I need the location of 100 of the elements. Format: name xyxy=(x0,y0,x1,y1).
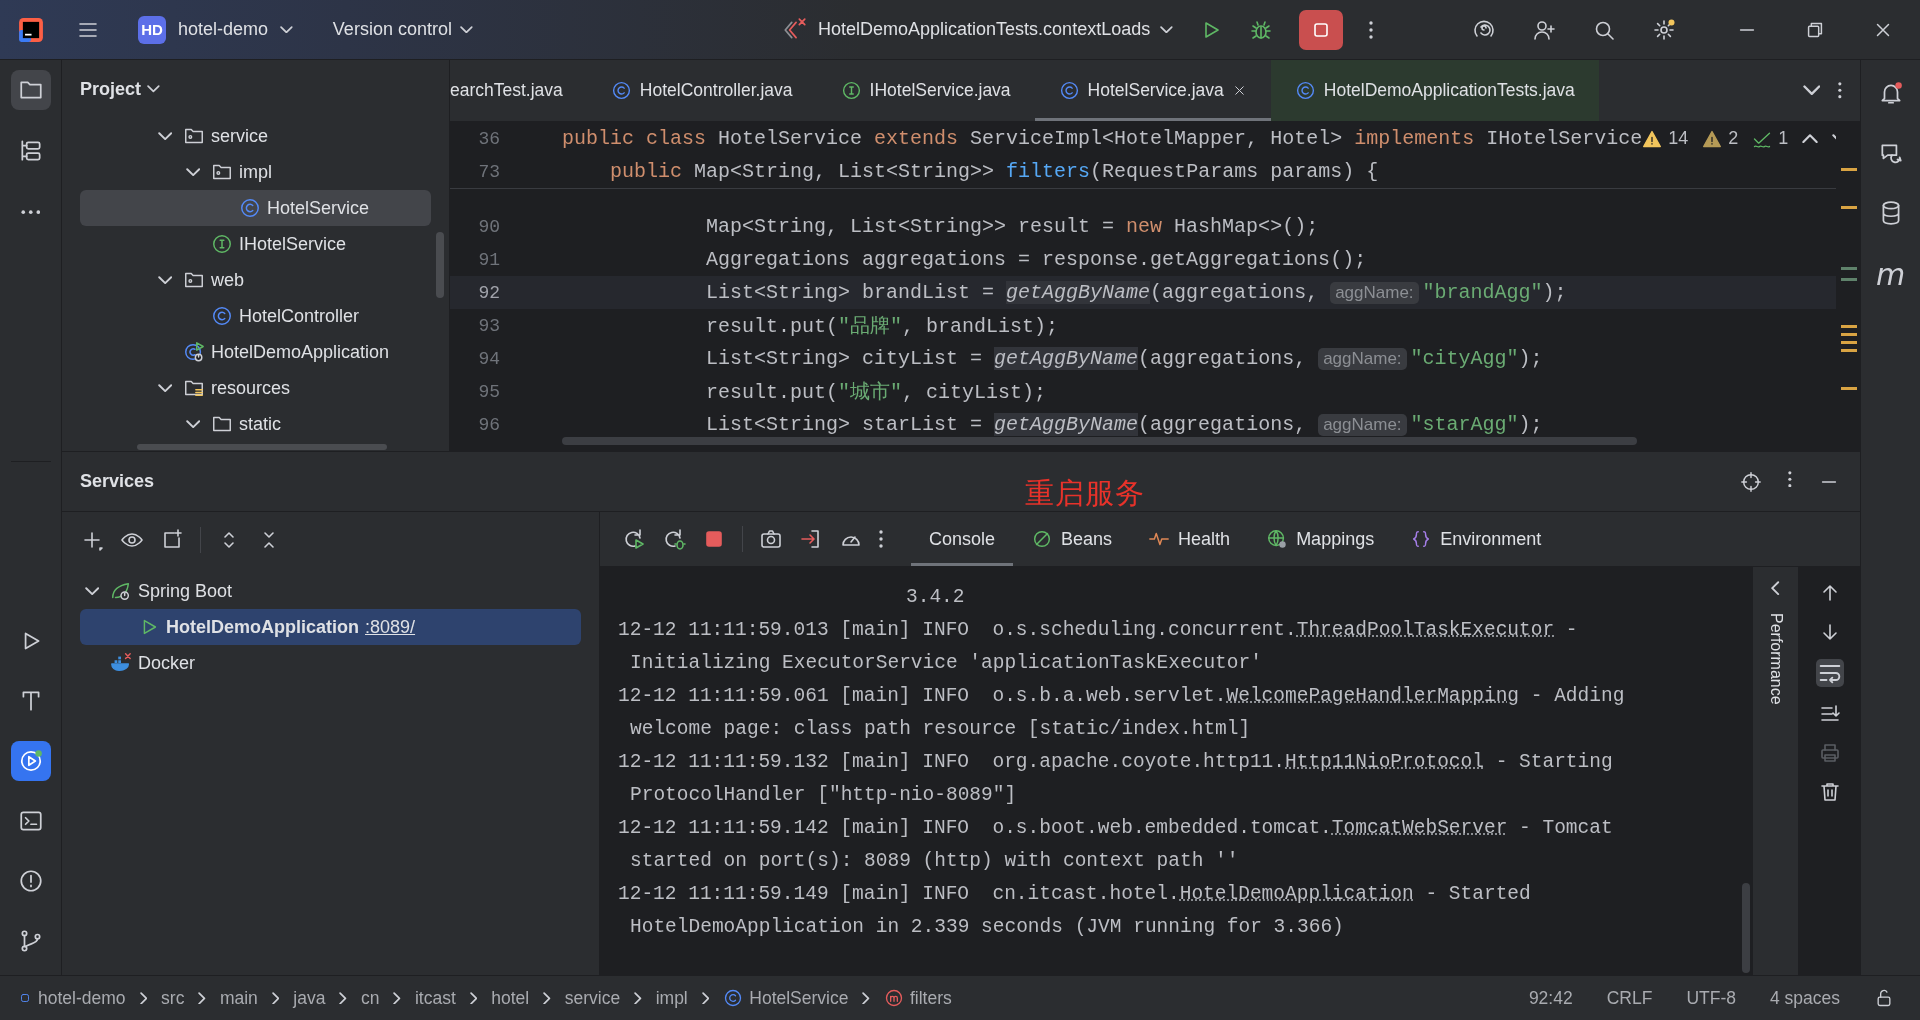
soft-wrap-icon[interactable] xyxy=(1815,659,1844,687)
chevron-down-icon xyxy=(1160,25,1173,34)
console-tab[interactable]: Mappings xyxy=(1248,512,1393,566)
tree-item[interactable]: web xyxy=(80,262,431,298)
class-link[interactable]: Http11NioProtocol xyxy=(1285,751,1484,773)
line-number: 90 xyxy=(477,216,500,237)
console-tab[interactable]: Environment xyxy=(1392,512,1560,566)
chevron-down-icon[interactable] xyxy=(157,383,173,393)
warning-icon[interactable] xyxy=(1642,128,1663,149)
more-icon[interactable] xyxy=(1369,20,1373,39)
log-line: 12-12 11:11:59.149 [main] INFO cn.itcast.hotel.HotelDemoApplication - Started xyxy=(618,882,1532,907)
line-number: 94 xyxy=(477,348,500,369)
tree-item[interactable]: Docker xyxy=(80,645,581,681)
class-link[interactable]: TomcatWebServer xyxy=(1331,817,1508,839)
line-separator[interactable]: CRLF xyxy=(1606,987,1653,1009)
spring-app-icon xyxy=(183,341,205,363)
class-link[interactable]: ThreadPoolTaskExecutor xyxy=(1296,619,1555,641)
chevron-down-icon[interactable] xyxy=(1802,85,1821,96)
crosshair-icon[interactable] xyxy=(1740,470,1763,493)
chevron-down-icon[interactable] xyxy=(157,131,173,141)
class-icon xyxy=(1058,80,1080,101)
warning-count[interactable]: 14 xyxy=(1668,128,1689,149)
inlay-hint: aggName: xyxy=(1318,413,1407,436)
tree-item[interactable]: Spring Boot xyxy=(80,573,581,609)
tree-item[interactable]: HotelController xyxy=(80,298,431,334)
code-text: public class HotelService extends ServiceImpl<HotelMapper, Hotel> implements IHotelService xyxy=(562,127,1643,150)
camera-icon[interactable] xyxy=(759,527,783,551)
more-icon[interactable] xyxy=(879,530,883,548)
scrollbar-thumb[interactable] xyxy=(137,444,387,450)
breadcrumb[interactable]: hotel xyxy=(491,987,530,1009)
breadcrumb[interactable]: src xyxy=(161,987,185,1009)
vcs-menu[interactable]: Version control xyxy=(332,19,473,40)
class-link[interactable]: HotelDemoApplication xyxy=(1179,883,1414,905)
app-logo-icon[interactable] xyxy=(18,16,44,43)
log-line: Initializing ExecutorService 'applicationTaskExecutor' xyxy=(629,651,1263,676)
more-icon[interactable] xyxy=(1838,82,1842,99)
workspace-switcher[interactable]: HD hotel-demo xyxy=(138,15,293,44)
breadcrumb[interactable]: service xyxy=(564,987,621,1009)
scrollbar-thumb[interactable] xyxy=(1742,883,1750,973)
breadcrumb[interactable]: hotel-demo xyxy=(18,987,126,1009)
warning-count[interactable]: 2 xyxy=(1728,128,1739,149)
caret-position[interactable]: 92:42 xyxy=(1528,987,1573,1009)
chevron-down-icon[interactable] xyxy=(185,167,201,177)
chevron-down-icon[interactable] xyxy=(84,586,100,596)
project-badge: HD xyxy=(138,15,166,44)
chevron-down-icon xyxy=(147,85,160,93)
line-number: 93 xyxy=(477,315,500,336)
log-line: welcome page: class path resource [static/index.html] xyxy=(629,717,1252,742)
class-link[interactable]: WelcomePageHandlerMapping xyxy=(1226,685,1520,707)
view-mode-dropdown[interactable]: Project xyxy=(62,60,449,118)
scrollbar-thumb[interactable] xyxy=(436,232,444,298)
breadcrumb[interactable]: cn xyxy=(360,987,380,1009)
tree-item[interactable]: HotelDemoApplication :8089/ xyxy=(80,609,581,645)
inlay-hint: aggName: xyxy=(1318,347,1407,370)
editor-tab[interactable]: earchTest.java xyxy=(450,60,587,121)
breadcrumb[interactable]: impl xyxy=(655,987,688,1009)
chevron-down-icon[interactable] xyxy=(157,275,173,285)
tool-window-button[interactable] xyxy=(10,70,51,110)
tree-item[interactable]: service xyxy=(80,118,431,154)
breadcrumb[interactable]: HotelService xyxy=(723,987,849,1009)
chevron-up-icon[interactable] xyxy=(1802,133,1819,144)
tree-item[interactable]: resources xyxy=(80,370,431,406)
port-link[interactable]: :8089/ xyxy=(365,616,416,638)
breadcrumb[interactable]: java xyxy=(293,987,326,1009)
interface-icon xyxy=(840,80,862,101)
typo-count[interactable]: 1 xyxy=(1778,128,1789,149)
console-tab[interactable]: Health xyxy=(1130,512,1249,566)
stop-button[interactable] xyxy=(1299,9,1343,50)
rerun-debug-icon[interactable] xyxy=(662,527,686,551)
breadcrumb[interactable]: main xyxy=(219,987,258,1009)
scrollbar-thumb[interactable] xyxy=(562,437,1637,445)
log-line: 12-12 11:11:59.061 [main] INFO o.s.b.a.web.servlet.WelcomePageHandlerMapping - Adding xyxy=(618,684,1626,709)
tree-item[interactable]: HotelService xyxy=(80,190,431,226)
indent-setting[interactable]: 4 spaces xyxy=(1769,987,1840,1009)
settings-icon[interactable] xyxy=(1652,17,1676,42)
code-text: List<String> brandList = getAggByName(aggregations, xyxy=(705,281,1320,304)
breadcrumb[interactable]: filters xyxy=(884,987,952,1009)
chevron-right-icon xyxy=(271,991,280,1005)
editor-tab[interactable]: HotelDemoApplicationTests.java xyxy=(1270,60,1599,121)
chevron-left-icon[interactable] xyxy=(1771,581,1780,596)
chevron-down-icon[interactable] xyxy=(185,419,201,429)
breadcrumb[interactable]: itcast xyxy=(414,987,456,1009)
file-encoding[interactable]: UTF-8 xyxy=(1686,987,1736,1009)
inlay-hint: aggName: xyxy=(1330,281,1419,304)
tool-window-button[interactable] xyxy=(10,741,51,781)
code-text: List<String> cityList = getAggByName(aggregations, xyxy=(705,347,1308,370)
more-icon[interactable] xyxy=(1788,470,1792,487)
editor-tab[interactable]: IHotelService.java xyxy=(816,60,1035,121)
tree-item[interactable]: static xyxy=(80,406,431,442)
log-line: ProtocolHandler ["http-nio-8089"] xyxy=(629,783,1018,808)
performance-tab[interactable]: Performance xyxy=(1766,613,1785,705)
run-configuration-selector[interactable]: HotelDemoApplicationTests.contextLoads xyxy=(782,16,1173,43)
maven-button[interactable]: m xyxy=(1875,260,1906,290)
tree-item[interactable]: impl xyxy=(80,154,431,190)
tree-item[interactable]: IHotelService xyxy=(80,226,431,262)
warning-icon[interactable] xyxy=(1702,128,1723,149)
tree-item[interactable]: HotelDemoApplication xyxy=(80,334,431,370)
rerun-icon[interactable] xyxy=(622,527,646,551)
editor-tab[interactable]: HotelController.java xyxy=(586,60,817,121)
console-tab[interactable]: Beans xyxy=(1013,512,1131,566)
